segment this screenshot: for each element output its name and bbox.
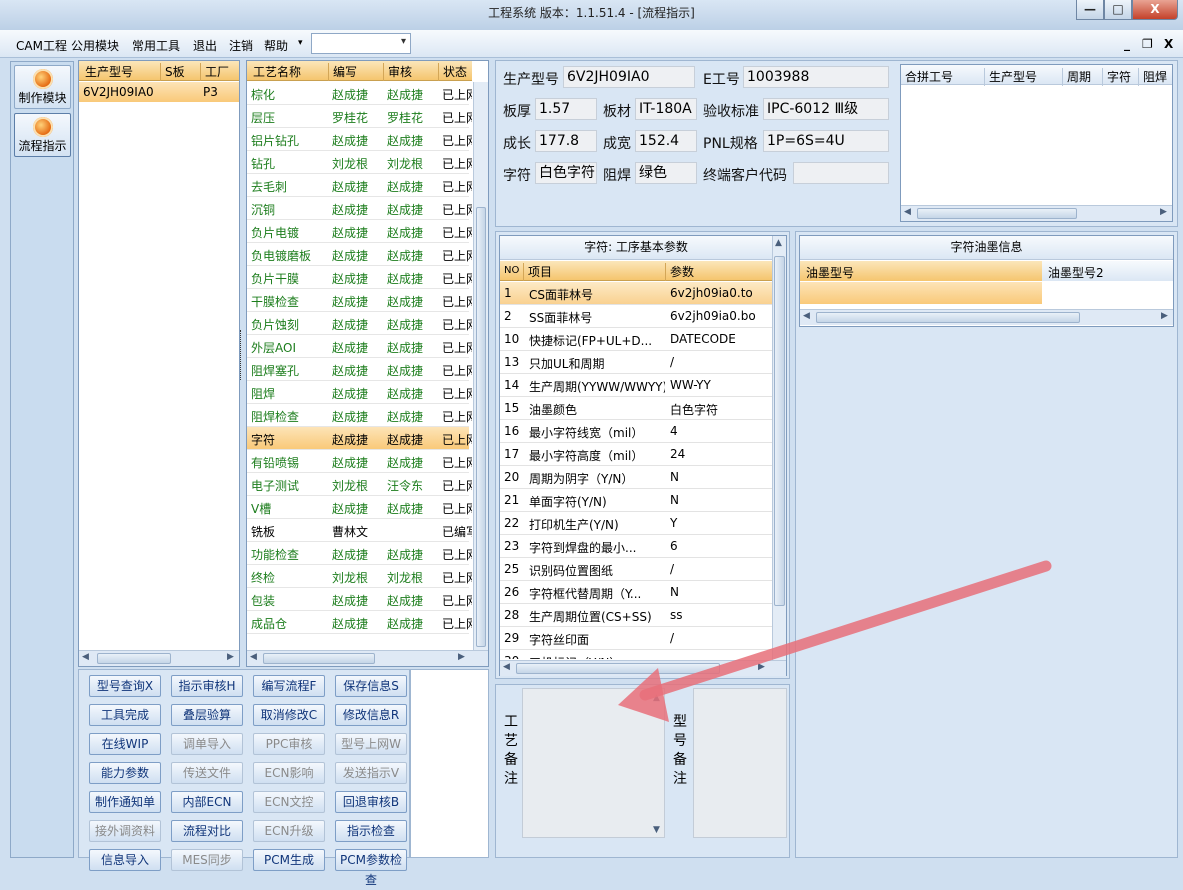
annotation-arrow-icon [618,560,1052,722]
